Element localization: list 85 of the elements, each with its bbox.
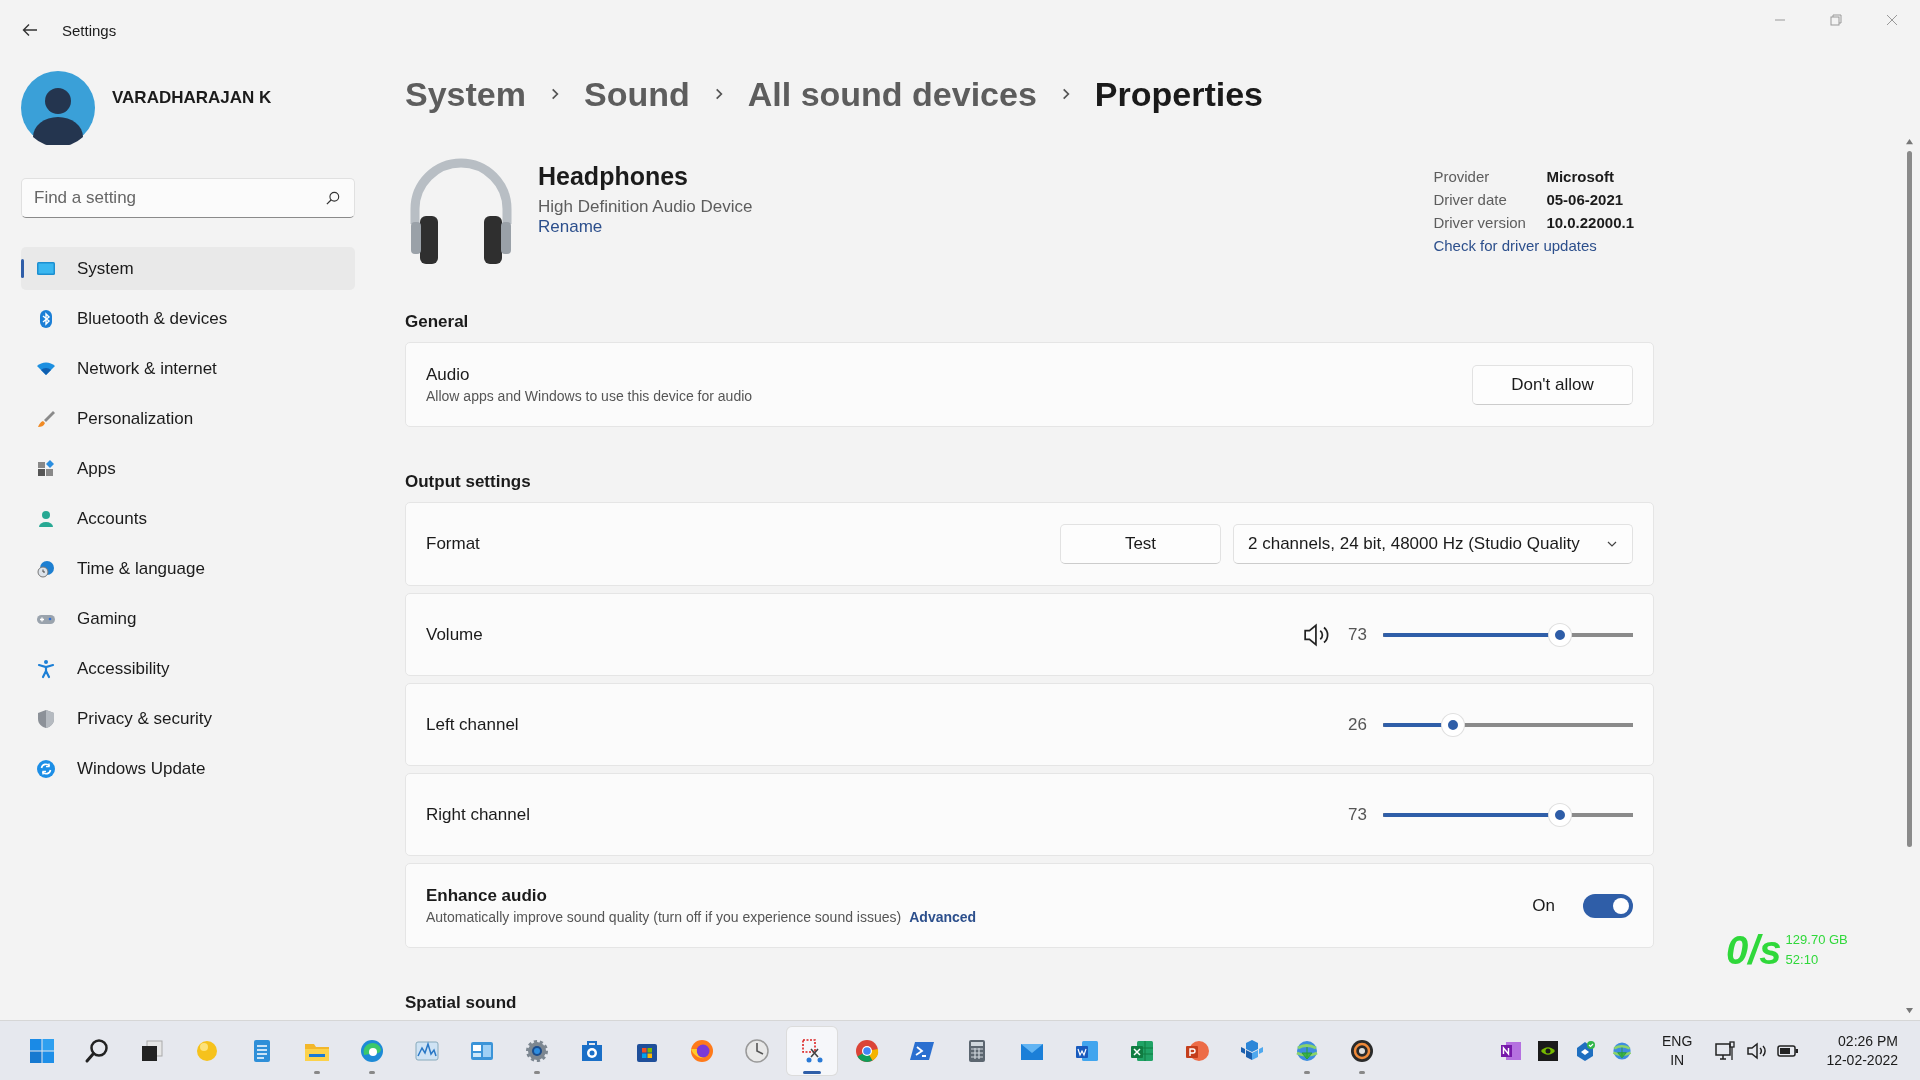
slider-thumb[interactable] xyxy=(1549,803,1572,826)
window-title: Settings xyxy=(62,21,117,39)
setting-title: Left channel xyxy=(426,714,520,735)
globe-clock-icon xyxy=(36,558,56,579)
elapsed-time: 52:10 xyxy=(1785,951,1820,969)
restore-icon xyxy=(1830,14,1842,26)
setting-title: Volume xyxy=(426,624,484,645)
nav-item[interactable]: Windows Update xyxy=(21,747,355,790)
breadcrumb-item: Properties xyxy=(1094,74,1263,114)
slider-value: 73 xyxy=(1347,624,1367,645)
accessibility-icon xyxy=(36,658,56,679)
apps-icon xyxy=(36,458,56,479)
nav-item[interactable]: Accessibility xyxy=(21,647,355,690)
section-heading: General xyxy=(405,312,470,332)
setting-title: Format xyxy=(426,534,481,554)
breadcrumb-item[interactable]: All sound devices xyxy=(747,74,1037,114)
device-description: High Definition Audio Device xyxy=(538,197,753,217)
search-placeholder: Find a setting xyxy=(34,188,138,208)
slider-value: 73 xyxy=(1347,804,1367,825)
scroll-up-icon[interactable] xyxy=(1904,138,1914,145)
driver-value: 10.0.22000.1 xyxy=(1546,214,1634,231)
speed-reading: 0/s xyxy=(1726,928,1782,972)
driver-label: Driver date xyxy=(1433,191,1508,208)
user-name: VARADHARAJAN K xyxy=(112,88,272,108)
setting-description: Allow apps and Windows to use this device for audio xyxy=(426,388,754,404)
nav-item[interactable]: Time & language xyxy=(21,547,355,590)
setting-title: Audio xyxy=(426,365,471,385)
rename-link[interactable]: Rename xyxy=(538,217,603,236)
driver-updates-link[interactable]: Check for driver updates xyxy=(1433,237,1634,254)
format-dropdown[interactable]: 2 channels, 24 bit, 48000 Hz (Studio Quality xyxy=(1233,524,1633,564)
section-heading: Spatial sound xyxy=(405,993,518,1013)
taskbar-button[interactable] xyxy=(787,1026,837,1075)
selection-indicator xyxy=(21,259,24,278)
search-field[interactable]: Find a setting xyxy=(21,178,355,218)
toggle-switch[interactable] xyxy=(1583,893,1633,918)
brush-icon xyxy=(36,408,56,429)
section-heading: Output settings xyxy=(405,472,532,492)
dont-allow-button[interactable]: Don't allow xyxy=(1472,364,1633,405)
nav-item[interactable]: Gaming xyxy=(21,597,355,640)
scrollbar[interactable] xyxy=(1904,138,1914,1014)
setting-description: Automatically improve sound quality (turn off if you experience sound issues) xyxy=(426,909,902,925)
advanced-link[interactable]: Advanced xyxy=(909,909,977,925)
clock-time[interactable]: 02:26 PM xyxy=(1838,1031,1898,1051)
nav-item[interactable]: Network & internet xyxy=(21,347,355,390)
shield-icon xyxy=(36,708,56,729)
nav-item[interactable]: Privacy & security xyxy=(21,697,355,740)
nav-item[interactable]: Bluetooth & devices xyxy=(21,297,355,340)
setting-title: Enhance audio xyxy=(426,886,548,906)
nav-item[interactable]: Apps xyxy=(21,447,355,490)
test-button[interactable]: Test xyxy=(1060,524,1221,564)
data-total: 129.70 GB xyxy=(1785,931,1848,949)
device-name: Headphones xyxy=(538,162,690,191)
close-icon xyxy=(1886,14,1898,26)
clock-date[interactable]: 12-02-2022 xyxy=(1826,1050,1898,1070)
clock-icon xyxy=(743,1036,771,1065)
running-indicator xyxy=(1359,1070,1365,1074)
search-icon xyxy=(83,1036,111,1065)
running-indicator xyxy=(314,1070,320,1074)
sync-icon xyxy=(36,758,56,779)
breadcrumb-item[interactable]: Sound xyxy=(583,74,690,114)
driver-label: Provider xyxy=(1433,168,1491,185)
breadcrumb-item[interactable]: System xyxy=(405,74,526,114)
setting-title: Right channel xyxy=(426,804,531,825)
running-indicator xyxy=(534,1070,540,1074)
windows-logo-icon xyxy=(28,1036,56,1065)
slider-thumb[interactable] xyxy=(1549,623,1572,646)
running-indicator xyxy=(1304,1070,1310,1074)
slider-thumb[interactable] xyxy=(1442,713,1465,736)
running-indicator xyxy=(369,1070,375,1074)
person-icon xyxy=(36,508,56,529)
driver-value: Microsoft xyxy=(1546,168,1615,185)
slider-value: 26 xyxy=(1347,714,1367,735)
running-indicator xyxy=(803,1070,821,1074)
scroll-down-icon[interactable] xyxy=(1904,1007,1914,1014)
nav-item[interactable]: Personalization xyxy=(21,397,355,440)
search-icon xyxy=(326,191,340,205)
language-indicator[interactable]: ENG xyxy=(1662,1031,1693,1051)
toggle-state: On xyxy=(1532,895,1555,916)
nav-item[interactable]: Accounts xyxy=(21,497,355,540)
eye-logo-icon[interactable] xyxy=(1536,1038,1561,1063)
region-indicator[interactable]: IN xyxy=(1670,1050,1685,1070)
nav-item[interactable]: System xyxy=(21,247,355,290)
driver-value: 05-06-2021 xyxy=(1546,191,1625,208)
driver-label: Driver version xyxy=(1433,214,1527,231)
speaker-icon[interactable] xyxy=(1303,621,1331,648)
